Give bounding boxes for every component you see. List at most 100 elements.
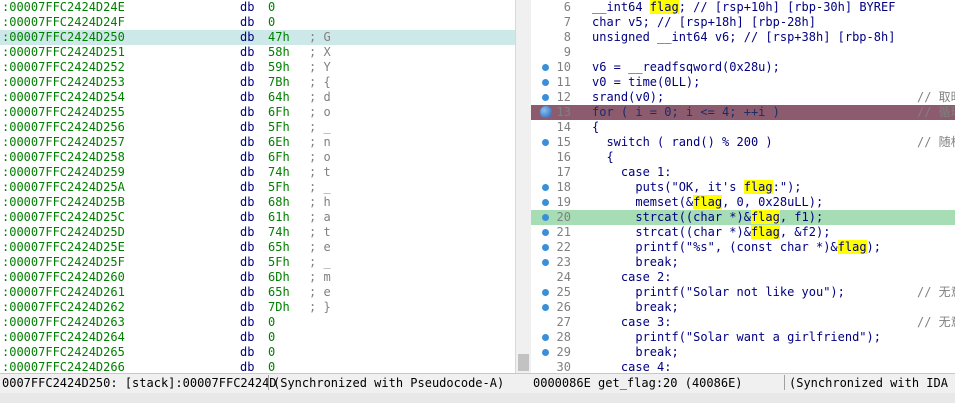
code-line[interactable]: 21 strcat((char *)&flag, &f2); — [531, 225, 955, 240]
hex-row[interactable]: :00007FFC2424D256 db 5Fh ; _ — [0, 120, 515, 135]
breakpoint-dot-icon[interactable] — [542, 94, 549, 101]
breakpoint-dot-icon[interactable] — [542, 349, 549, 356]
breakpoint-dot-icon[interactable] — [542, 214, 549, 221]
code-text[interactable]: printf("Solar not like you"); — [592, 285, 845, 300]
hex-view-scrollbar[interactable] — [515, 0, 531, 373]
hex-row[interactable]: :00007FFC2424D258 db 6Fh ; o — [0, 150, 515, 165]
code-line[interactable]: 6 __int64 flag; // [rsp+10h] [rbp-30h] BY… — [531, 0, 955, 15]
hex-view-hscrollbar[interactable] — [0, 393, 531, 403]
hex-row[interactable]: :00007FFC2424D251 db 58h ; X — [0, 45, 515, 60]
code-text[interactable]: printf("%s", (const char *)&flag); — [592, 240, 881, 255]
code-line[interactable]: 15 switch ( rand() % 200 ) // 随机 — [531, 135, 955, 150]
code-line[interactable]: 22 printf("%s", (const char *)&flag); — [531, 240, 955, 255]
hex-view-scroll-thumb[interactable] — [518, 354, 529, 371]
code-text[interactable]: { — [592, 120, 599, 135]
code-text[interactable]: case 2: — [592, 270, 672, 285]
hex-row[interactable]: :00007FFC2424D25E db 65h ; e — [0, 240, 515, 255]
breakpoint-dot-icon[interactable] — [542, 64, 549, 71]
hex-row[interactable]: :00007FFC2424D262 db 7Dh ; } — [0, 300, 515, 315]
code-line[interactable]: 30 case 4: — [531, 360, 955, 373]
hex-row[interactable]: :00007FFC2424D259 db 74h ; t — [0, 165, 515, 180]
code-line[interactable]: 20 strcat((char *)&flag, f1); — [531, 210, 955, 225]
hex-row[interactable]: :00007FFC2424D25F db 5Fh ; _ — [0, 255, 515, 270]
hex-row[interactable]: :00007FFC2424D250 db 47h ; G — [0, 30, 515, 45]
hex-row[interactable]: :00007FFC2424D24F db 0 — [0, 15, 515, 30]
hex-row[interactable]: :00007FFC2424D265 db 0 — [0, 345, 515, 360]
breakpoint-dot-icon[interactable] — [542, 244, 549, 251]
breakpoint-dot-icon[interactable] — [542, 304, 549, 311]
code-line[interactable]: 14 { — [531, 120, 955, 135]
code-text[interactable]: memset(&flag, 0, 0x28uLL); — [592, 195, 823, 210]
hex-row[interactable]: :00007FFC2424D25B db 68h ; h — [0, 195, 515, 210]
code-text[interactable]: break; — [592, 255, 678, 270]
code-line[interactable]: 25 printf("Solar not like you"); // 无意 — [531, 285, 955, 300]
code-text[interactable]: break; — [592, 345, 678, 360]
breakpoint-dot-icon[interactable] — [542, 334, 549, 341]
hex-row[interactable]: :00007FFC2424D261 db 65h ; e — [0, 285, 515, 300]
code-line[interactable]: 9 — [531, 45, 955, 60]
hex-row[interactable]: :00007FFC2424D252 db 59h ; Y — [0, 60, 515, 75]
code-line[interactable]: 16 { — [531, 150, 955, 165]
code-line[interactable]: 17 case 1: — [531, 165, 955, 180]
code-line[interactable]: 7 char v5; // [rsp+18h] [rbp-28h] — [531, 15, 955, 30]
hex-row[interactable]: :00007FFC2424D255 db 6Fh ; o — [0, 105, 515, 120]
hex-row[interactable]: :00007FFC2424D25C db 61h ; a — [0, 210, 515, 225]
hex-row[interactable]: :00007FFC2424D260 db 6Dh ; m — [0, 270, 515, 285]
code-line[interactable]: 24 case 2: — [531, 270, 955, 285]
code-line[interactable]: 11 v0 = time(0LL); — [531, 75, 955, 90]
breakpoint-dot-icon[interactable] — [542, 79, 549, 86]
pseudocode-pane[interactable]: 6 __int64 flag; // [rsp+10h] [rbp-30h] BY… — [531, 0, 955, 373]
code-line[interactable]: 18 puts("OK, it's flag:"); — [531, 180, 955, 195]
breakpoint-dot-icon[interactable] — [542, 259, 549, 266]
breakpoint-dot-icon[interactable] — [542, 289, 549, 296]
hex-row[interactable]: :00007FFC2424D264 db 0 — [0, 330, 515, 345]
line-number: 18 — [556, 180, 571, 194]
code-text[interactable]: for ( i = 0; i <= 4; ++i ) — [592, 105, 780, 120]
hex-row[interactable]: :00007FFC2424D266 db 0 — [0, 360, 515, 373]
code-text[interactable]: { — [592, 150, 613, 165]
hex-row[interactable]: :00007FFC2424D25D db 74h ; t — [0, 225, 515, 240]
hex-row[interactable]: :00007FFC2424D254 db 64h ; d — [0, 90, 515, 105]
code-text[interactable]: __int64 flag; // [rsp+10h] [rbp-30h] BYR… — [592, 0, 895, 15]
hex-view-pane[interactable]: :00007FFC2424D24E db 0:00007FFC2424D24F db 0… — [0, 0, 515, 373]
code-line[interactable]: 19 memset(&flag, 0, 0x28uLL); — [531, 195, 955, 210]
pseudocode-hscrollbar[interactable] — [531, 393, 955, 403]
code-text[interactable]: case 3: — [592, 315, 672, 330]
hex-row[interactable]: :00007FFC2424D253 db 7Bh ; { — [0, 75, 515, 90]
hex-row[interactable]: :00007FFC2424D25A db 5Fh ; _ — [0, 180, 515, 195]
code-text[interactable]: puts("OK, it's flag:"); — [592, 180, 802, 195]
code-line[interactable]: 26 break; — [531, 300, 955, 315]
breakpoint-dot-icon[interactable] — [542, 184, 549, 191]
code-text[interactable]: v0 = time(0LL); — [592, 75, 700, 90]
status-separator — [784, 375, 785, 390]
code-text[interactable]: printf("Solar want a girlfriend"); — [592, 330, 881, 345]
hex-directive: db — [240, 135, 255, 149]
breakpoint-dot-icon[interactable] — [542, 229, 549, 236]
hex-comment: ; d — [309, 90, 331, 104]
code-text[interactable]: case 4: — [592, 360, 672, 373]
code-line[interactable]: 27 case 3: // 无意 — [531, 315, 955, 330]
code-line[interactable]: 29 break; — [531, 345, 955, 360]
code-line[interactable]: 8 unsigned __int64 v6; // [rsp+38h] [rbp-… — [531, 30, 955, 45]
pseudo-status-address: 0000086E get_flag:20 (40086E) — [533, 376, 743, 390]
breakpoint-dot-icon[interactable] — [542, 139, 549, 146]
hex-row[interactable]: :00007FFC2424D263 db 0 — [0, 315, 515, 330]
breakpoint-dot-icon[interactable] — [540, 106, 552, 118]
code-text[interactable]: case 1: — [592, 165, 672, 180]
code-text[interactable]: break; — [592, 300, 678, 315]
code-text[interactable]: switch ( rand() % 200 ) — [592, 135, 772, 150]
code-text[interactable]: strcat((char *)&flag, f1); — [592, 210, 823, 225]
breakpoint-dot-icon[interactable] — [542, 199, 549, 206]
code-text[interactable]: char v5; // [rsp+18h] [rbp-28h] — [592, 15, 816, 30]
hex-row[interactable]: :00007FFC2424D24E db 0 — [0, 0, 515, 15]
code-line[interactable]: 12 srand(v0); // 取时 — [531, 90, 955, 105]
code-text[interactable]: unsigned __int64 v6; // [rsp+38h] [rbp-8… — [592, 30, 895, 45]
code-line[interactable]: 23 break; — [531, 255, 955, 270]
code-text[interactable]: v6 = __readfsqword(0x28u); — [592, 60, 780, 75]
code-text[interactable]: strcat((char *)&flag, &f2); — [592, 225, 830, 240]
code-line[interactable]: 10 v6 = __readfsqword(0x28u); — [531, 60, 955, 75]
hex-row[interactable]: :00007FFC2424D257 db 6Eh ; n — [0, 135, 515, 150]
code-text[interactable]: srand(v0); — [592, 90, 664, 105]
code-line[interactable]: 28 printf("Solar want a girlfriend"); — [531, 330, 955, 345]
code-line[interactable]: 13 for ( i = 0; i <= 4; ++i ) // 循环 — [531, 105, 955, 120]
